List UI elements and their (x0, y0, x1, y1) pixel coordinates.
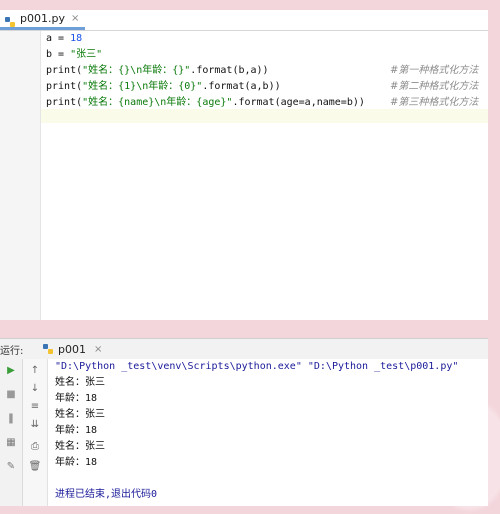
code-line-5: print("姓名：{name}\n年龄：{age}".format(age=a… (46, 97, 365, 108)
trash-icon[interactable]: 🗑 (27, 459, 43, 473)
close-tab-icon[interactable]: × (71, 13, 79, 24)
code-line-3: print("姓名：{}\n年龄：{}".format(b,a)) (46, 65, 269, 76)
code-editor[interactable]: a = 18 b = "张三" print("姓名：{}\n年龄：{}".for… (0, 31, 488, 320)
code-line-4: print("姓名：{1}\n年龄：{0}".format(a,b)) (46, 81, 281, 92)
console-output-line: 姓名：张三 (55, 441, 105, 452)
editor-tab-p001[interactable]: p001.py × (0, 10, 86, 30)
code-comment-3: #第一种格式化方法 (390, 65, 479, 76)
console-command-line: "D:\Python _test\venv\Scripts\python.exe… (55, 361, 459, 372)
editor-tab-bar: p001.py × (0, 10, 488, 31)
console-output-line: 年龄：18 (55, 393, 98, 404)
console-output-line: 年龄：18 (55, 457, 98, 468)
code-line-2: b = "张三" (46, 49, 103, 60)
scroll-to-end-icon[interactable]: ⇊ (27, 417, 43, 431)
console-output-line: 年龄：18 (55, 425, 98, 436)
code-comment-4: #第二种格式化方法 (390, 81, 479, 92)
pause-icon[interactable]: ❚ (3, 411, 19, 425)
run-panel-title: 运行: (0, 346, 24, 357)
python-run-icon (42, 340, 54, 359)
up-icon[interactable]: ↑ (27, 363, 43, 377)
python-file-icon (4, 13, 16, 27)
code-comment-5: #第三种格式化方法 (390, 97, 479, 108)
rerun-icon[interactable]: ▶ (3, 363, 19, 377)
current-line-highlight (41, 109, 488, 123)
layout-icon[interactable]: ▦ (3, 435, 19, 449)
run-toolbar-right: ↑ ↓ ≡ ⇊ ⎙ 🗑 (23, 359, 48, 506)
run-tab-p001[interactable]: p001 × (42, 339, 102, 359)
run-toolbar-left: ▶ ■ ❚ ▦ ✎ (0, 359, 23, 506)
run-panel-header: 运行: p001 × (0, 338, 488, 360)
screenshot-frame: p001.py × a = 18 b = "张三" print("姓名：{}\n… (0, 0, 500, 514)
stop-icon[interactable]: ■ (3, 387, 19, 401)
code-line-1: a = 18 (46, 33, 83, 44)
line-gutter (0, 31, 41, 320)
run-tab-label: p001 (58, 342, 86, 356)
down-icon[interactable]: ↓ (27, 381, 43, 395)
print-icon[interactable]: ⎙ (27, 439, 43, 453)
run-console[interactable]: ▶ ■ ❚ ▦ ✎ ↑ ↓ ≡ ⇊ ⎙ 🗑 "D:\Python _test\v… (0, 359, 488, 506)
console-output-line: 姓名：张三 (55, 377, 105, 388)
console-output-line: 姓名：张三 (55, 409, 105, 420)
console-exit-message: 进程已结束,退出代码0 (55, 489, 158, 500)
editor-tab-filename: p001.py (20, 12, 65, 25)
soft-wrap-icon[interactable]: ≡ (27, 399, 43, 413)
close-run-tab-icon[interactable]: × (94, 344, 102, 355)
pin-icon[interactable]: ✎ (3, 459, 19, 473)
